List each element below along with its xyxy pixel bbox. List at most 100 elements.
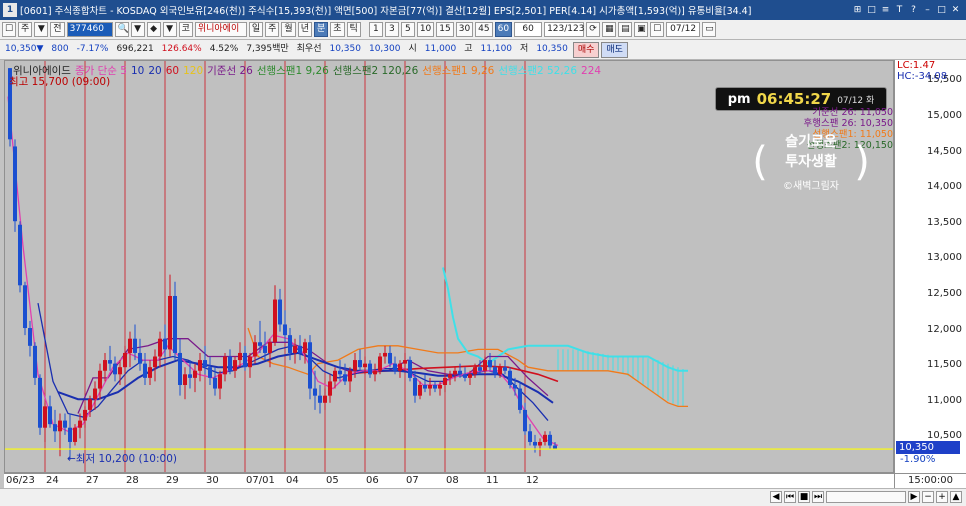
- sell-button[interactable]: 매도: [601, 41, 628, 58]
- help-icon[interactable]: ?: [907, 4, 920, 17]
- candle-body: [223, 356, 227, 375]
- candle-body: [63, 420, 67, 428]
- window-buttons: ⊞ □ ≡ T ? – □ ✕: [851, 4, 966, 17]
- maximize-icon[interactable]: □: [935, 4, 948, 17]
- stock-name-field[interactable]: 위니아에이: [194, 22, 247, 37]
- title-bar: 1 [0601] 주식종합차트 - KOSDAQ 외국인보유[246(천)] 주…: [0, 0, 966, 20]
- candle-body: [143, 363, 147, 378]
- candle-body: [328, 381, 332, 396]
- scroll-track[interactable]: [826, 491, 906, 503]
- font-icon[interactable]: T: [893, 4, 906, 17]
- period-day[interactable]: 일: [248, 22, 264, 37]
- checkbox-icon[interactable]: ☐: [2, 22, 16, 37]
- price-change: 800: [51, 44, 69, 54]
- candle-body: [273, 299, 277, 343]
- candle-body: [213, 377, 217, 389]
- minute-45[interactable]: 45: [475, 22, 493, 37]
- zoom-in-icon[interactable]: +: [936, 491, 948, 503]
- minute-10[interactable]: 10: [416, 22, 435, 37]
- candle-body: [268, 342, 272, 353]
- price-tick: 13,000: [927, 252, 962, 264]
- last-icon[interactable]: ⏭: [812, 491, 824, 503]
- chevron-down-icon[interactable]: ▼: [34, 22, 49, 37]
- buy-button[interactable]: 매수: [572, 41, 600, 58]
- legend-item: 60: [165, 65, 180, 77]
- low-label: 저: [520, 44, 529, 54]
- price-tick: 15,000: [927, 109, 962, 121]
- minute-field[interactable]: 60: [514, 22, 543, 37]
- candle-body: [103, 360, 107, 371]
- chevron-down-icon[interactable]: ▼: [162, 22, 177, 37]
- current-price: 10,350▼: [5, 44, 44, 54]
- scroll-left-icon[interactable]: ◀: [770, 491, 782, 503]
- period-year[interactable]: 년: [297, 22, 312, 37]
- app-icon: 1: [3, 3, 17, 17]
- stop-icon[interactable]: ■: [798, 491, 810, 503]
- scroll-right-icon[interactable]: ▶: [908, 491, 920, 503]
- refresh-icon[interactable]: ⟳: [586, 22, 601, 37]
- laurel-left-icon: (: [752, 139, 768, 185]
- candle-body: [358, 360, 362, 368]
- minute-15[interactable]: 15: [436, 22, 454, 37]
- candle-body: [48, 406, 52, 425]
- tile-icon[interactable]: ⊞: [851, 4, 864, 17]
- price-tick: 13,500: [927, 216, 962, 228]
- restore-icon[interactable]: □: [865, 4, 878, 17]
- candle-body: [283, 324, 287, 336]
- period-tick[interactable]: 틱: [346, 22, 361, 37]
- candle-body: [108, 360, 112, 364]
- candle-body: [203, 360, 207, 368]
- date-field[interactable]: 07/12: [666, 22, 701, 37]
- minute-1[interactable]: 1: [368, 22, 383, 37]
- chevron-down-icon[interactable]: ▼: [130, 22, 145, 37]
- candle-body: [483, 360, 487, 371]
- period-second[interactable]: 초: [330, 22, 345, 37]
- candle-body: [528, 431, 532, 442]
- period-month[interactable]: 월: [281, 22, 296, 37]
- candle-body: [58, 420, 62, 432]
- minimize-icon[interactable]: –: [921, 4, 934, 17]
- legend-item: 기준선 26: [207, 65, 253, 77]
- calendar-icon[interactable]: ▭: [702, 22, 717, 37]
- candle-body: [533, 441, 537, 446]
- watermark: ( ) 슬기로운 투자생활 ©새벽그림자: [749, 119, 873, 249]
- kosdaq-badge[interactable]: 코: [178, 22, 193, 37]
- count-field[interactable]: 123/123: [544, 22, 584, 37]
- candle-body: [248, 356, 252, 368]
- market-select[interactable]: 주: [18, 22, 33, 37]
- pin-icon[interactable]: ▲: [950, 491, 962, 503]
- all-button[interactable]: 전: [50, 22, 65, 37]
- grid-icon[interactable]: ▦: [602, 22, 617, 37]
- minute-60[interactable]: 60: [494, 22, 513, 37]
- search-icon[interactable]: 🔍: [114, 22, 129, 37]
- minute-30[interactable]: 30: [455, 22, 474, 37]
- legend-item: 120: [183, 65, 204, 77]
- candle-body: [253, 342, 257, 357]
- scroll-controls: ◀ ⏮ ■ ⏭ ▶ − + ▲: [770, 491, 962, 503]
- date-checkbox[interactable]: ☐: [650, 22, 665, 37]
- candle-body: [218, 374, 222, 389]
- first-icon[interactable]: ⏮: [784, 491, 796, 503]
- minute-5[interactable]: 5: [400, 22, 415, 37]
- candle-body: [13, 146, 17, 222]
- zoom-out-icon[interactable]: −: [922, 491, 934, 503]
- save-icon[interactable]: ▤: [618, 22, 633, 37]
- leading-span-cyan: [442, 267, 688, 372]
- price-chart[interactable]: 위니아에이드 종가 단순 5 10 20 60 120 기준선 26 선행스팬1 9,26 선행…: [4, 60, 894, 473]
- diamond-icon[interactable]: ◆: [146, 22, 161, 37]
- clock-time: 06:45:27: [756, 90, 832, 108]
- close-icon[interactable]: ✕: [949, 4, 962, 17]
- candle-body: [98, 370, 102, 389]
- candle-body: [338, 370, 342, 375]
- candle-body: [38, 377, 42, 428]
- stock-code-input[interactable]: 377460: [66, 22, 113, 37]
- price-tick: 11,000: [927, 394, 962, 406]
- candle-body: [88, 399, 92, 410]
- menu-icon[interactable]: ≡: [879, 4, 892, 17]
- settings-icon[interactable]: ▣: [634, 22, 649, 37]
- period-week[interactable]: 주: [265, 22, 280, 37]
- minute-3[interactable]: 3: [384, 22, 399, 37]
- period-minute[interactable]: 분: [313, 22, 329, 37]
- candle-body: [258, 342, 262, 346]
- scroll-bar: ◀ ⏮ ■ ⏭ ▶ − + ▲: [0, 488, 966, 506]
